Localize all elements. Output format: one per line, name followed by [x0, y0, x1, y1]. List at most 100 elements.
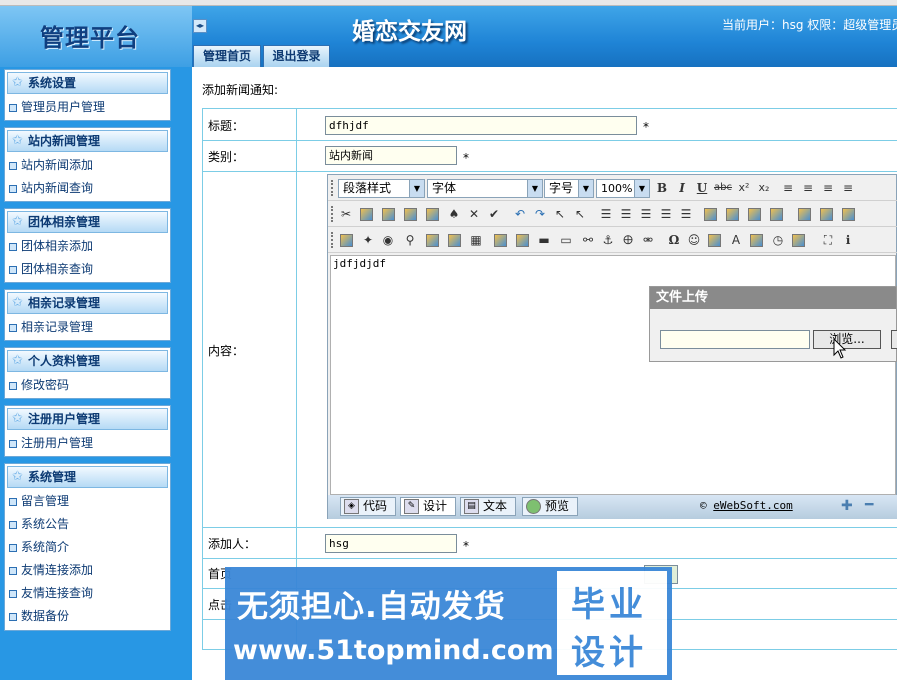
toolbar-grip[interactable] [331, 206, 334, 222]
mode-tab-design[interactable]: ✎ 设计 [400, 497, 456, 516]
sidebar-item-registered-users[interactable]: 注册用户管理 [5, 432, 170, 455]
collapse-sidebar-icon[interactable]: ◂▸ [193, 19, 207, 33]
paste-word-icon[interactable] [426, 208, 439, 221]
title-input[interactable]: dfhjdf [325, 116, 637, 135]
italic-icon[interactable]: I [674, 180, 690, 196]
horizontal-rule-icon[interactable]: ▬ [536, 232, 552, 248]
sidebar-item-announcements[interactable]: 系统公告 [5, 513, 170, 536]
copy-icon[interactable] [360, 208, 373, 221]
menu-group-header[interactable]: ✩ 团体相亲管理 [7, 211, 168, 233]
align-left-icon[interactable]: ≡ [780, 180, 796, 196]
font-style-icon[interactable] [748, 208, 761, 221]
editor-copyright-link[interactable]: eWebSoft.com [713, 499, 792, 512]
sidebar-item-link-add[interactable]: 友情连接添加 [5, 559, 170, 582]
superscript-icon[interactable]: x² [736, 180, 752, 196]
insert-time-icon[interactable]: ◷ [770, 232, 786, 248]
cut-icon[interactable]: ✂ [338, 206, 354, 222]
toolbar-grip[interactable] [331, 180, 334, 196]
paragraph-icon[interactable]: ☰ [678, 206, 694, 222]
paste-text-icon[interactable] [404, 208, 417, 221]
insert-excel-icon[interactable] [792, 234, 805, 247]
browse-button[interactable]: 浏览... [813, 330, 881, 349]
sidebar-item-dating-records[interactable]: 相亲记录管理 [5, 316, 170, 339]
insert-table-icon[interactable] [426, 234, 439, 247]
align-justify-icon[interactable]: ≡ [840, 180, 856, 196]
marquee-icon[interactable]: ▭ [558, 232, 574, 248]
mode-tab-text[interactable]: ▤ 文本 [460, 497, 516, 516]
underline-icon[interactable]: U [694, 180, 710, 196]
indent-icon[interactable]: ☰ [638, 206, 654, 222]
find-icon[interactable]: ♠ [446, 206, 462, 222]
format-icon[interactable] [770, 208, 783, 221]
insert-textbox-icon[interactable] [494, 234, 507, 247]
author-input[interactable]: hsg [325, 534, 457, 553]
zoom-select[interactable]: 100% ▼ [596, 179, 650, 198]
web-link-icon[interactable]: 🜨 [620, 232, 636, 248]
sidebar-item-change-password[interactable]: 修改密码 [5, 374, 170, 397]
unselect-icon[interactable]: ↖ [572, 206, 588, 222]
mode-tab-code[interactable]: ◈ 代码 [340, 497, 396, 516]
insert-media-icon[interactable]: ◉ [380, 232, 396, 248]
unordered-list-icon[interactable]: ☰ [618, 206, 634, 222]
spellcheck-icon[interactable]: ✔ [486, 206, 502, 222]
anchor-icon[interactable]: ⚓ [600, 232, 616, 248]
file-path-input[interactable] [660, 330, 810, 349]
bg-color-icon[interactable] [726, 208, 739, 221]
emoticon-icon[interactable]: ☺ [686, 232, 702, 248]
insert-form-icon[interactable] [448, 234, 461, 247]
menu-group-header[interactable]: ✩ 系统管理 [7, 466, 168, 488]
strikethrough-icon[interactable]: abc [714, 180, 732, 196]
toolbar-grip[interactable] [331, 232, 334, 248]
ordered-list-icon[interactable]: ☰ [598, 206, 614, 222]
menu-group-header[interactable]: ✩ 个人资料管理 [7, 350, 168, 372]
insert-code-icon[interactable] [708, 234, 721, 247]
zoom-in-icon[interactable]: ✚ [841, 498, 853, 514]
insert-textarea-icon[interactable] [516, 234, 529, 247]
menu-group-header[interactable]: ✩ 注册用户管理 [7, 408, 168, 430]
sidebar-item-news-add[interactable]: 站内新闻添加 [5, 154, 170, 177]
align-right-icon[interactable]: ≡ [820, 180, 836, 196]
font-select[interactable]: 字体 ▼ [427, 179, 543, 198]
bold-icon[interactable]: B [654, 180, 670, 196]
sidebar-item-link-query[interactable]: 友情连接查询 [5, 582, 170, 605]
link-icon[interactable]: ⚯ [580, 232, 596, 248]
sidebar-item-data-backup[interactable]: 数据备份 [5, 605, 170, 628]
paragraph-style-select[interactable]: 段落样式 ▼ [338, 179, 425, 198]
insert-image-icon[interactable] [340, 234, 353, 247]
select-all-icon[interactable]: ↖ [552, 206, 568, 222]
sidebar-item-group-query[interactable]: 团体相亲查询 [5, 258, 170, 281]
unlink-icon[interactable]: ⚮ [640, 232, 656, 248]
fullscreen-icon[interactable]: ⛶ [820, 232, 836, 248]
sidebar-item-group-add[interactable]: 团体相亲添加 [5, 235, 170, 258]
insert-frame-icon[interactable] [842, 208, 855, 221]
grid-icon[interactable]: ▦ [468, 232, 484, 248]
menu-group-header[interactable]: ✩ 站内新闻管理 [7, 130, 168, 152]
subscript-icon[interactable]: x₂ [756, 180, 772, 196]
special-char-icon[interactable]: Ω [666, 232, 682, 248]
menu-group-header[interactable]: ✩ 系统设置 [7, 72, 168, 94]
font-size-select[interactable]: 字号 ▼ [544, 179, 594, 198]
tab-admin-home[interactable]: 管理首页 [193, 45, 261, 67]
undo-icon[interactable]: ↶ [512, 206, 528, 222]
delete-icon[interactable]: ✕ [466, 206, 482, 222]
insert-flash-icon[interactable]: ✦ [360, 232, 376, 248]
tab-logout[interactable]: 退出登录 [263, 45, 330, 67]
paste-icon[interactable] [382, 208, 395, 221]
outdent-icon[interactable]: ☰ [658, 206, 674, 222]
about-icon[interactable]: ℹ [840, 232, 856, 248]
upload-button[interactable] [891, 330, 897, 349]
menu-group-header[interactable]: ✩ 相亲记录管理 [7, 292, 168, 314]
sidebar-item-messages[interactable]: 留言管理 [5, 490, 170, 513]
redo-icon[interactable]: ↷ [532, 206, 548, 222]
align-center-icon[interactable]: ≡ [800, 180, 816, 196]
sidebar-item-admin-users[interactable]: 管理员用户管理 [5, 96, 170, 119]
insert-date-icon[interactable] [750, 234, 763, 247]
insert-layer-icon[interactable] [820, 208, 833, 221]
zoom-out-icon[interactable]: ━ [865, 497, 873, 513]
art-text-icon[interactable]: A [728, 232, 744, 248]
mode-tab-preview[interactable]: 预览 [522, 497, 578, 516]
sidebar-item-system-intro[interactable]: 系统简介 [5, 536, 170, 559]
sidebar-item-news-query[interactable]: 站内新闻查询 [5, 177, 170, 200]
category-input[interactable]: 站内新闻 [325, 146, 457, 165]
attachment-icon[interactable]: ⚲ [402, 232, 418, 248]
